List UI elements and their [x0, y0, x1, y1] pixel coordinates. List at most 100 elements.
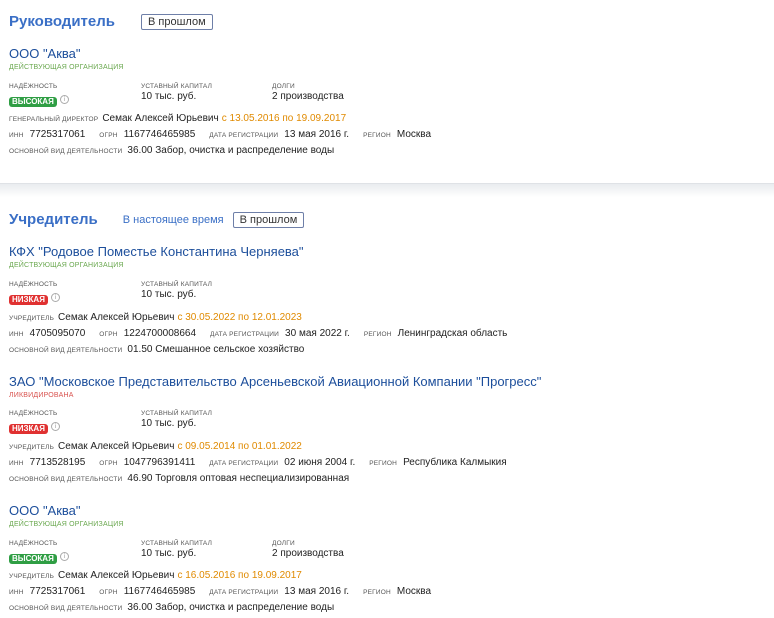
reg-date-label: ДАТА РЕГИСТРАЦИИ [209, 589, 279, 596]
capital-block: УСТАВНЫЙ КАПИТАЛ 10 тыс. руб. [141, 410, 212, 429]
role-period: с 13.05.2016 по 19.09.2017 [221, 113, 347, 124]
activity-row: ОСНОВНОЙ ВИД ДЕЯТЕЛЬНОСТИ 36.00 Забор, о… [9, 602, 334, 613]
inn-label: ИНН [9, 331, 24, 338]
reliability-badge: ВЫСОКАЯ [9, 554, 57, 564]
region-value: Республика Калмыкия [403, 457, 507, 468]
reliability-label: НАДЁЖНОСТЬ [9, 281, 58, 288]
ogrn-value: 1224700008664 [123, 328, 197, 339]
capital-value: 10 тыс. руб. [141, 548, 197, 559]
role-label: УЧРЕДИТЕЛЬ [9, 444, 55, 451]
region-label: РЕГИОН [369, 460, 398, 467]
manager-tab-past[interactable]: В прошлом [141, 13, 213, 30]
person-name: Семак Алексей Юрьевич [58, 570, 175, 581]
role-row: УЧРЕДИТЕЛЬ Семак Алексей Юрьевич с 16.05… [9, 570, 302, 581]
reliability-badge: НИЗКАЯ [9, 295, 48, 305]
founder-section-title: Учредитель [9, 211, 98, 228]
capital-value: 10 тыс. руб. [141, 91, 197, 102]
role-period: с 30.05.2022 по 12.01.2023 [177, 312, 302, 323]
capital-label: УСТАВНЫЙ КАПИТАЛ [141, 540, 213, 547]
region-label: РЕГИОН [363, 331, 392, 338]
reg-date-value: 30 мая 2022 г. [285, 328, 350, 339]
capital-block: УСТАВНЫЙ КАПИТАЛ 10 тыс. руб. [141, 83, 212, 102]
debts-label: ДОЛГИ [272, 540, 295, 547]
capital-label: УСТАВНЫЙ КАПИТАЛ [141, 410, 213, 417]
org-name-link[interactable]: ЗАО "Московское Представительство Арсень… [9, 374, 769, 389]
reliability-badge: ВЫСОКАЯ [9, 97, 57, 107]
person-name: Семак Алексей Юрьевич [58, 441, 175, 452]
info-icon[interactable]: i [59, 95, 69, 105]
manager-section-header: Руководитель В прошлом [9, 13, 213, 30]
reliability-block: НАДЁЖНОСТЬ ВЫСОКАЯ i [9, 540, 69, 566]
inn-value: 7713528195 [29, 457, 86, 468]
info-icon[interactable]: i [50, 293, 60, 303]
role-row: УЧРЕДИТЕЛЬ Семак Алексей Юрьевич с 30.05… [9, 312, 302, 323]
role-row: УЧРЕДИТЕЛЬ Семак Алексей Юрьевич с 09.05… [9, 441, 302, 452]
reliability-block: НАДЁЖНОСТЬ ВЫСОКАЯ i [9, 83, 69, 109]
inn-label: ИНН [9, 132, 24, 139]
role-label: ГЕНЕРАЛЬНЫЙ ДИРЕКТОР [9, 116, 99, 123]
founder-tab-current[interactable]: В настоящее время [123, 214, 224, 226]
org-status: ДЕЙСТВУЮЩАЯ ОРГАНИЗАЦИЯ [9, 521, 124, 528]
reliability-label: НАДЁЖНОСТЬ [9, 83, 58, 90]
ogrn-label: ОГРН [99, 589, 118, 596]
ogrn-value: 1047796391411 [123, 457, 196, 468]
debts-value[interactable]: 2 производства [272, 91, 344, 102]
activity-label: ОСНОВНОЙ ВИД ДЕЯТЕЛЬНОСТИ [9, 347, 123, 354]
reg-date-label: ДАТА РЕГИСТРАЦИИ [209, 132, 279, 139]
ogrn-label: ОГРН [99, 132, 118, 139]
region-value: Москва [396, 586, 432, 597]
requisites-row: ИНН 7725317061 ОГРН 1167746465985 ДАТА Р… [9, 586, 431, 597]
activity-label: ОСНОВНОЙ ВИД ДЕЯТЕЛЬНОСТИ [9, 476, 123, 483]
activity-row: ОСНОВНОЙ ВИД ДЕЯТЕЛЬНОСТИ 36.00 Забор, о… [9, 145, 334, 156]
org-name-link[interactable]: КФХ "Родовое Поместье Константина Черняе… [9, 244, 769, 259]
founder-tab-past[interactable]: В прошлом [232, 211, 305, 228]
reliability-label: НАДЁЖНОСТЬ [9, 540, 58, 547]
founder-org-card: ЗАО "Московское Представительство Арсень… [9, 374, 769, 494]
ogrn-label: ОГРН [99, 331, 118, 338]
debts-value[interactable]: 2 производства [272, 548, 344, 559]
founder-org-card: ООО "Аква" ДЕЙСТВУЮЩАЯ ОРГАНИЗАЦИЯ НАДЁЖ… [9, 503, 769, 617]
reliability-block: НАДЁЖНОСТЬ НИЗКАЯ i [9, 281, 60, 307]
reg-date-value: 13 мая 2016 г. [284, 586, 350, 597]
debts-block: ДОЛГИ 2 производства [272, 540, 344, 559]
org-name-link[interactable]: ООО "Аква" [9, 503, 769, 518]
info-icon[interactable]: i [59, 552, 69, 562]
activity-label: ОСНОВНОЙ ВИД ДЕЯТЕЛЬНОСТИ [9, 605, 123, 612]
activity-value: 01.50 Смешанное сельское хозяйство [127, 344, 305, 355]
manager-org-card: ООО "Аква" ДЕЙСТВУЮЩАЯ ОРГАНИЗАЦИЯ НАДЁЖ… [9, 46, 769, 166]
role-label: УЧРЕДИТЕЛЬ [9, 315, 55, 322]
founder-section-header: Учредитель В настоящее время В прошлом [9, 211, 305, 228]
reg-date-value: 02 июня 2004 г. [284, 457, 356, 468]
requisites-row: ИНН 7725317061 ОГРН 1167746465985 ДАТА Р… [9, 129, 431, 140]
org-status: ЛИКВИДИРОВАНА [9, 392, 74, 399]
org-status: ДЕЙСТВУЮЩАЯ ОРГАНИЗАЦИЯ [9, 64, 124, 71]
role-row: ГЕНЕРАЛЬНЫЙ ДИРЕКТОР Семак Алексей Юрьев… [9, 113, 346, 124]
reliability-block: НАДЁЖНОСТЬ НИЗКАЯ i [9, 410, 60, 436]
requisites-row: ИНН 7713528195 ОГРН 1047796391411 ДАТА Р… [9, 457, 507, 468]
reg-date-label: ДАТА РЕГИСТРАЦИИ [209, 460, 279, 467]
capital-block: УСТАВНЫЙ КАПИТАЛ 10 тыс. руб. [141, 540, 212, 559]
debts-label: ДОЛГИ [272, 83, 295, 90]
reg-date-value: 13 мая 2016 г. [284, 129, 350, 140]
inn-value: 7725317061 [29, 586, 86, 597]
capital-label: УСТАВНЫЙ КАПИТАЛ [141, 281, 213, 288]
region-label: РЕГИОН [363, 132, 391, 139]
capital-block: УСТАВНЫЙ КАПИТАЛ 10 тыс. руб. [141, 281, 212, 300]
activity-row: ОСНОВНОЙ ВИД ДЕЯТЕЛЬНОСТИ 01.50 Смешанно… [9, 344, 304, 355]
activity-label: ОСНОВНОЙ ВИД ДЕЯТЕЛЬНОСТИ [9, 148, 123, 155]
org-name-link[interactable]: ООО "Аква" [9, 46, 769, 61]
person-name: Семак Алексей Юрьевич [102, 113, 219, 124]
inn-label: ИНН [9, 460, 24, 467]
reliability-label: НАДЁЖНОСТЬ [9, 410, 58, 417]
person-name: Семак Алексей Юрьевич [58, 312, 175, 323]
role-period: с 16.05.2016 по 19.09.2017 [177, 570, 302, 581]
info-icon[interactable]: i [50, 422, 60, 432]
inn-label: ИНН [9, 589, 24, 596]
reliability-badge: НИЗКАЯ [9, 424, 48, 434]
requisites-row: ИНН 4705095070 ОГРН 1224700008664 ДАТА Р… [9, 328, 507, 339]
capital-value: 10 тыс. руб. [141, 289, 197, 300]
region-value: Ленинградская область [397, 328, 508, 339]
ogrn-label: ОГРН [99, 460, 118, 467]
activity-row: ОСНОВНОЙ ВИД ДЕЯТЕЛЬНОСТИ 46.90 Торговля… [9, 473, 349, 484]
debts-block: ДОЛГИ 2 производства [272, 83, 344, 102]
